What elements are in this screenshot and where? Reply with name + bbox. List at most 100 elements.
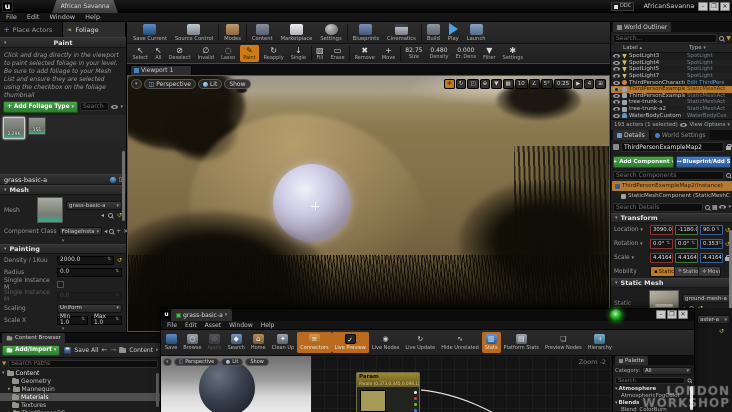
menu-window[interactable]: Window [49,13,75,21]
add-import-button[interactable]: Add/Import ▾ [2,344,61,356]
visibility-eye-icon[interactable] [613,113,620,118]
tool-select[interactable]: ↖ Select [129,44,151,63]
actor-name-input[interactable] [621,142,724,152]
property-matrix-icon[interactable]: ▦ [712,204,718,211]
palette-group-blends[interactable]: ▾ Blends [613,399,694,406]
back-button[interactable]: ← [101,346,107,354]
rotation-y-input[interactable]: 0.0° ⇅ [674,239,698,249]
mobility-stationary-button[interactable]: ⟡Stationary [675,267,699,276]
save-all-button[interactable]: Save All [63,346,98,355]
browse-icon[interactable] [109,229,115,234]
platform-stats-button[interactable]: ▤ Platform Stats [501,330,542,355]
transform-section-header[interactable]: ▾ Transform [611,213,732,223]
output-pin-r[interactable] [414,397,417,400]
outliner-row[interactable]: ThirdPersonExampleMap3StaticMeshAct [611,93,732,100]
palette-search-input[interactable] [615,377,685,384]
mesh-asset-dropdown[interactable]: grass-basic-a ▾ [66,201,122,210]
blueprint-add-script-button[interactable]: ⊶ Blueprint/Add Sc [675,156,731,168]
outliner-row[interactable]: tree-trunk-a2 StaticMeshAct [611,106,732,113]
column-label[interactable]: Label ▴ [611,45,689,51]
param-node[interactable]: Param Param (0.373,0.345,0.098,1) [356,372,420,412]
maximize-viewport-button[interactable]: ⊞ [595,79,606,89]
tool-invalid[interactable]: ∅ Invalid [194,44,218,63]
mobility-static-button[interactable]: ▪ Static [651,267,675,276]
mobility-movable-button[interactable]: ✛Movable [699,267,720,276]
live-preview-button[interactable]: ✓ Live Preview [331,332,369,353]
blueprints-button[interactable]: Blueprints [349,22,383,43]
search-components-input[interactable] [613,171,724,180]
viewport-options-button[interactable]: ▾ [131,79,142,89]
scale-y-input[interactable]: 4.4164⇅ [675,253,698,263]
hide-unrelated-button[interactable]: ∿ Hide Unrelated [438,330,482,355]
menu-file[interactable]: File [167,322,177,329]
erase-density-field[interactable]: 0.000 Er. Dens [452,44,480,63]
clean-up-button[interactable]: ✦ Clean Up [269,330,298,355]
menu-edit[interactable]: Edit [185,322,197,329]
component-class-dropdown[interactable]: FoliageInsta ▾ [58,227,103,236]
forward-button[interactable]: → [110,346,116,354]
outliner-row[interactable]: ThirdPersonCharacter Edit ThirdPers [611,79,732,86]
world-outliner-tab[interactable]: World Outliner [613,22,672,32]
folder-materials[interactable]: Materials [0,393,160,401]
outliner-row[interactable]: SpotLight3 SpotLight [611,53,732,60]
outliner-row[interactable]: SpotLight7 SpotLight [611,72,732,80]
palette-group-atmosphere[interactable]: ▾ Atmosphere [613,385,694,392]
globe-icon[interactable] [109,176,116,183]
build-button[interactable]: Build [423,22,444,43]
maximize-button[interactable]: ❐ [709,2,719,11]
home-button[interactable]: ⌂ Home [248,330,269,355]
folder-textures[interactable]: Textures [0,401,160,409]
visibility-eye-icon[interactable] [613,80,620,85]
single-instance-checkbox[interactable] [57,280,64,288]
location-y-input[interactable]: -1180.0⇅ [674,225,698,235]
camera-speed-icon[interactable]: ▶ [573,79,584,89]
search-foliage-input[interactable] [80,102,110,111]
browse-button[interactable]: ○ Browse [180,330,204,355]
grid-snap-toggle[interactable]: ▦ [502,79,514,89]
menu-file[interactable]: File [6,13,17,21]
tool-move[interactable]: + Move [378,44,398,63]
viewport-tab[interactable]: Viewport 1 [130,65,192,75]
filter-funnel-icon[interactable]: ▼ [726,35,731,42]
outliner-row-selected[interactable]: ThirdPersonExampleMap2StaticMeshAct [611,85,732,93]
tool-lasso[interactable]: ◌ Lasso [218,44,239,63]
palette-item[interactable]: AtmosphericFogColor [613,392,694,399]
settings-button[interactable]: Settings [316,22,345,43]
marketplace-button[interactable]: Marketplace [277,22,317,43]
viewport-scene[interactable]: ▾ ◫ Perspective Lit Show ✛ ↻ ◰ ⊕ ▼ ▦ 10 ∠… [127,75,610,332]
outliner-row[interactable]: SpotLight5 SpotLight [611,66,732,73]
material-preview-viewport[interactable]: ▾ ◫ Perspective Lit Show [161,356,311,412]
stats-button[interactable]: ▥ Stats [481,332,501,353]
static-mesh-section-header[interactable]: ▾ Static Mesh [611,278,732,288]
level-tab[interactable]: African Savanna [52,0,118,13]
visibility-eye-icon[interactable] [613,54,620,59]
content-browser-tab[interactable]: Content Browser [2,333,65,343]
painting-section-header[interactable]: ▾ Painting [0,244,126,254]
output-pin-g[interactable] [414,403,417,406]
outliner-row[interactable]: tree-trunk-a StaticMeshAct [611,99,732,106]
display-filter-eye-icon[interactable] [719,205,727,209]
category-dropdown[interactable]: All ▾ [642,366,692,375]
scrollbar[interactable] [690,386,693,410]
scale-snap-value[interactable]: 0.25 [553,79,573,89]
search-button[interactable]: ◆ Search [225,330,248,355]
outliner-row[interactable]: SpotLight4 SpotLight [611,59,732,67]
rotation-snap-value[interactable]: 5° [540,79,553,89]
search-details-input[interactable] [613,202,703,212]
visibility-eye-icon[interactable] [613,100,620,105]
save-current-button[interactable]: Save Current [129,22,171,43]
translate-tool-button[interactable]: ✛ [444,79,455,89]
tool-reapply[interactable]: ↻ Reapply [260,44,287,63]
menu-help[interactable]: Help [85,13,100,21]
material-asset-tab[interactable]: grass-basic-a ▾ [171,309,233,321]
visibility-eye-icon[interactable] [613,93,620,98]
world-settings-tab[interactable]: World Settings [650,130,710,140]
menu-edit[interactable]: Edit [27,13,40,21]
rotation-z-input[interactable]: 0.353 ⇅ [699,239,723,249]
search-paths-input[interactable] [8,359,158,368]
tool-remove[interactable]: ✖ Remove [351,44,378,63]
material-node-graph[interactable]: Zoom -2 Param Param (0.373,0.345,0.098,1… [311,356,612,412]
folder-geometry[interactable]: Geometry [0,377,160,385]
lock-icon[interactable] [726,143,732,150]
surface-snap-toggle[interactable]: ▼ [491,79,502,89]
